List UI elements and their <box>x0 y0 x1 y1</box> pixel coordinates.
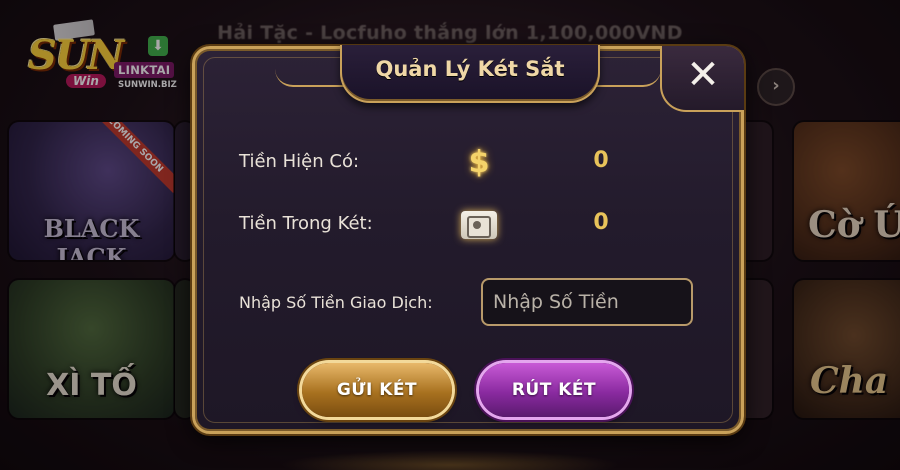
withdraw-button[interactable]: RÚT KÉT <box>479 363 629 417</box>
amount-label: Nhập Số Tiền Giao Dịch: <box>239 293 433 312</box>
dollar-icon: $ <box>468 145 490 180</box>
safe-management-dialog: Quản Lý Két Sắt ✕ Tiền Hiện Có: $ 0 Tiền… <box>192 45 744 434</box>
amount-input[interactable] <box>481 278 693 326</box>
balance-value: 0 <box>593 148 609 173</box>
dialog-title: Quản Lý Két Sắt <box>375 57 565 81</box>
safe-balance-value: 0 <box>593 210 609 235</box>
safe-icon <box>461 211 497 239</box>
close-icon: ✕ <box>686 52 720 98</box>
deposit-button[interactable]: GỬI KÉT <box>302 363 452 417</box>
close-button[interactable]: ✕ <box>660 46 744 112</box>
safe-balance-label: Tiền Trong Két: <box>239 213 373 234</box>
title-ornament <box>275 49 347 87</box>
balance-label: Tiền Hiện Có: <box>239 151 360 172</box>
dialog-title-plate: Quản Lý Két Sắt <box>340 45 600 103</box>
